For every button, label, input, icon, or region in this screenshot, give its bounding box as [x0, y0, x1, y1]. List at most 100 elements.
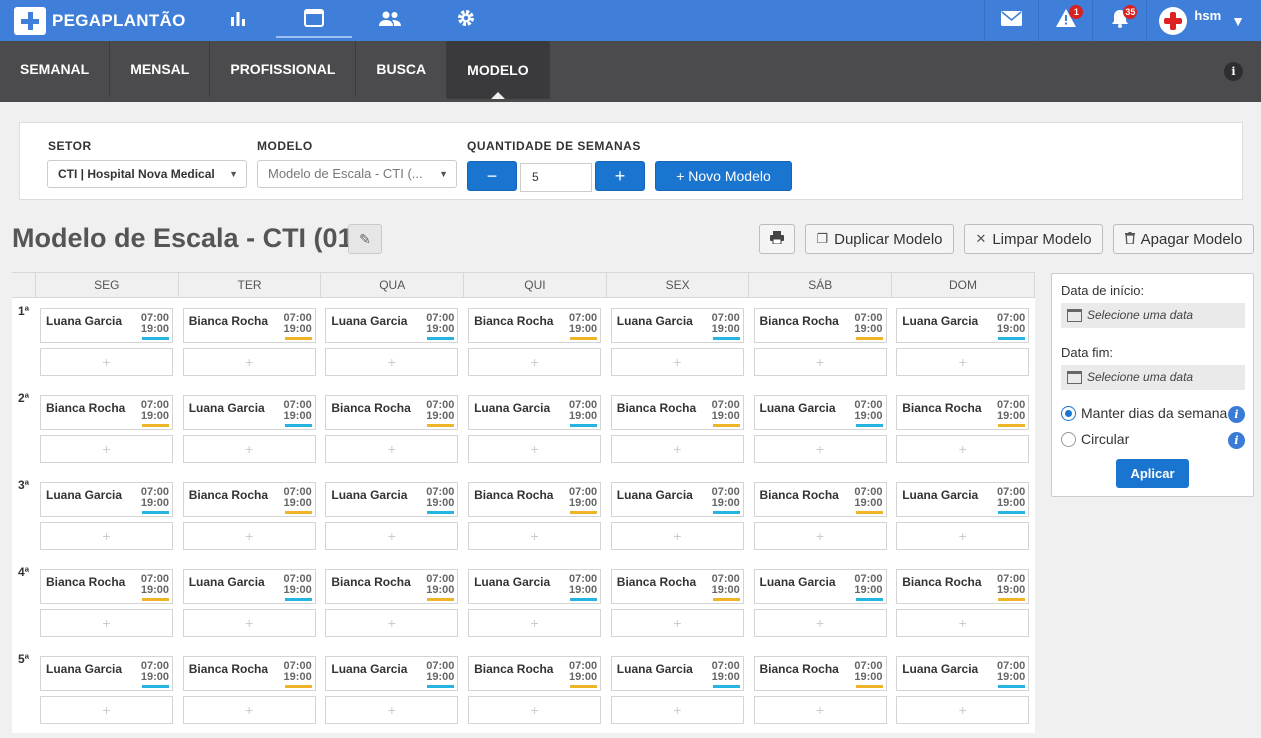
nav-settings[interactable]	[428, 0, 504, 41]
add-shift-button[interactable]: +	[753, 348, 887, 376]
shift-card[interactable]: Bianca Rocha 07:00 19:00	[896, 569, 1030, 604]
add-shift-button[interactable]: +	[610, 348, 744, 376]
shift-card[interactable]: Luana Garcia 07:00 19:00	[40, 656, 173, 691]
decrement-button[interactable]: −	[467, 161, 517, 191]
shift-card[interactable]: Luana Garcia 07:00 19:00	[325, 482, 459, 517]
user-menu[interactable]: hsm ▼	[1146, 0, 1261, 41]
add-shift-button[interactable]: +	[610, 696, 744, 724]
add-shift-button[interactable]: +	[40, 348, 173, 376]
info-icon[interactable]: i	[1224, 62, 1243, 81]
shift-card[interactable]: Luana Garcia 07:00 19:00	[896, 656, 1030, 691]
delete-model-button[interactable]: Apagar Modelo	[1113, 224, 1254, 254]
tab-mensal[interactable]: MENSAL	[110, 41, 211, 97]
keep-weekdays-option[interactable]: Manter dias da semana	[1061, 405, 1227, 421]
add-shift-button[interactable]: +	[468, 522, 602, 550]
shift-card[interactable]: Luana Garcia 07:00 19:00	[468, 395, 602, 430]
add-shift-button[interactable]: +	[610, 522, 744, 550]
tab-profissional[interactable]: PROFISSIONAL	[210, 41, 357, 97]
apply-button[interactable]: Aplicar	[1116, 459, 1189, 488]
info-icon[interactable]: i	[1228, 406, 1245, 423]
add-shift-button[interactable]: +	[610, 435, 744, 463]
add-shift-button[interactable]: +	[753, 522, 887, 550]
add-shift-button[interactable]: +	[753, 696, 887, 724]
increment-button[interactable]: +	[595, 161, 645, 191]
add-shift-button[interactable]: +	[753, 435, 887, 463]
add-shift-button[interactable]: +	[896, 435, 1030, 463]
nav-reports[interactable]	[200, 0, 276, 41]
modelo-select[interactable]: Modelo de Escala - CTI (... ▼	[257, 160, 457, 188]
end-date-input[interactable]: Selecione uma data	[1061, 365, 1245, 390]
add-shift-button[interactable]: +	[182, 435, 316, 463]
shift-card[interactable]: Bianca Rocha 07:00 19:00	[468, 656, 602, 691]
add-shift-button[interactable]: +	[896, 522, 1030, 550]
shift-card[interactable]: Bianca Rocha 07:00 19:00	[610, 395, 744, 430]
add-shift-button[interactable]: +	[468, 348, 602, 376]
print-button[interactable]	[759, 224, 795, 254]
add-shift-button[interactable]: +	[182, 348, 316, 376]
shift-card[interactable]: Bianca Rocha 07:00 19:00	[182, 482, 316, 517]
add-shift-button[interactable]: +	[325, 696, 459, 724]
shift-card[interactable]: Luana Garcia 07:00 19:00	[182, 395, 316, 430]
add-shift-button[interactable]: +	[896, 609, 1030, 637]
shift-card[interactable]: Luana Garcia 07:00 19:00	[753, 395, 887, 430]
notifications-button[interactable]: 35	[1092, 0, 1146, 41]
add-shift-button[interactable]: +	[325, 435, 459, 463]
shift-card[interactable]: Luana Garcia 07:00 19:00	[40, 482, 173, 517]
shift-card[interactable]: Bianca Rocha 07:00 19:00	[182, 308, 316, 343]
brand-logo[interactable]: PEGAPLANTÃO	[14, 6, 186, 35]
shift-card[interactable]: Bianca Rocha 07:00 19:00	[468, 482, 602, 517]
shift-card[interactable]: Luana Garcia 07:00 19:00	[610, 656, 744, 691]
add-shift-button[interactable]: +	[40, 696, 173, 724]
circular-radio[interactable]	[1061, 431, 1076, 447]
shift-card[interactable]: Luana Garcia 07:00 19:00	[40, 308, 173, 343]
add-shift-button[interactable]: +	[325, 609, 459, 637]
tab-busca[interactable]: BUSCA	[356, 41, 448, 97]
add-shift-button[interactable]: +	[40, 435, 173, 463]
shift-card[interactable]: Bianca Rocha 07:00 19:00	[753, 482, 887, 517]
shift-card[interactable]: Bianca Rocha 07:00 19:00	[468, 308, 602, 343]
shift-card[interactable]: Bianca Rocha 07:00 19:00	[40, 569, 173, 604]
messages-button[interactable]	[984, 0, 1038, 41]
add-shift-button[interactable]: +	[896, 696, 1030, 724]
keep-weekdays-radio[interactable]	[1061, 405, 1076, 421]
alerts-button[interactable]: 1	[1038, 0, 1092, 41]
nav-people[interactable]	[352, 0, 428, 41]
shift-card[interactable]: Bianca Rocha 07:00 19:00	[610, 569, 744, 604]
info-icon[interactable]: i	[1228, 432, 1245, 449]
shift-card[interactable]: Bianca Rocha 07:00 19:00	[325, 395, 459, 430]
shift-card[interactable]: Luana Garcia 07:00 19:00	[610, 308, 744, 343]
add-shift-button[interactable]: +	[325, 522, 459, 550]
shift-card[interactable]: Bianca Rocha 07:00 19:00	[325, 569, 459, 604]
shift-card[interactable]: Bianca Rocha 07:00 19:00	[40, 395, 173, 430]
weeks-input[interactable]: 5	[520, 163, 592, 192]
add-shift-button[interactable]: +	[182, 522, 316, 550]
add-shift-button[interactable]: +	[468, 435, 602, 463]
shift-card[interactable]: Luana Garcia 07:00 19:00	[896, 308, 1030, 343]
add-shift-button[interactable]: +	[182, 609, 316, 637]
shift-card[interactable]: Bianca Rocha 07:00 19:00	[753, 308, 887, 343]
tab-modelo[interactable]: MODELO	[447, 41, 550, 99]
shift-card[interactable]: Luana Garcia 07:00 19:00	[753, 569, 887, 604]
shift-card[interactable]: Bianca Rocha 07:00 19:00	[182, 656, 316, 691]
shift-card[interactable]: Bianca Rocha 07:00 19:00	[753, 656, 887, 691]
add-shift-button[interactable]: +	[182, 696, 316, 724]
shift-card[interactable]: Luana Garcia 07:00 19:00	[325, 656, 459, 691]
add-shift-button[interactable]: +	[40, 522, 173, 550]
start-date-input[interactable]: Selecione uma data	[1061, 303, 1245, 328]
add-shift-button[interactable]: +	[468, 609, 602, 637]
add-shift-button[interactable]: +	[468, 696, 602, 724]
add-shift-button[interactable]: +	[40, 609, 173, 637]
shift-card[interactable]: Luana Garcia 07:00 19:00	[325, 308, 459, 343]
add-shift-button[interactable]: +	[753, 609, 887, 637]
clear-model-button[interactable]: ✕ Limpar Modelo	[964, 224, 1103, 254]
circular-option[interactable]: Circular	[1061, 431, 1129, 447]
add-shift-button[interactable]: +	[896, 348, 1030, 376]
add-shift-button[interactable]: +	[610, 609, 744, 637]
shift-card[interactable]: Luana Garcia 07:00 19:00	[182, 569, 316, 604]
shift-card[interactable]: Luana Garcia 07:00 19:00	[610, 482, 744, 517]
edit-title-button[interactable]: ✎	[348, 224, 382, 254]
shift-card[interactable]: Bianca Rocha 07:00 19:00	[896, 395, 1030, 430]
duplicate-model-button[interactable]: ❐ Duplicar Modelo	[805, 224, 954, 254]
add-shift-button[interactable]: +	[325, 348, 459, 376]
new-model-button[interactable]: + Novo Modelo	[655, 161, 792, 191]
